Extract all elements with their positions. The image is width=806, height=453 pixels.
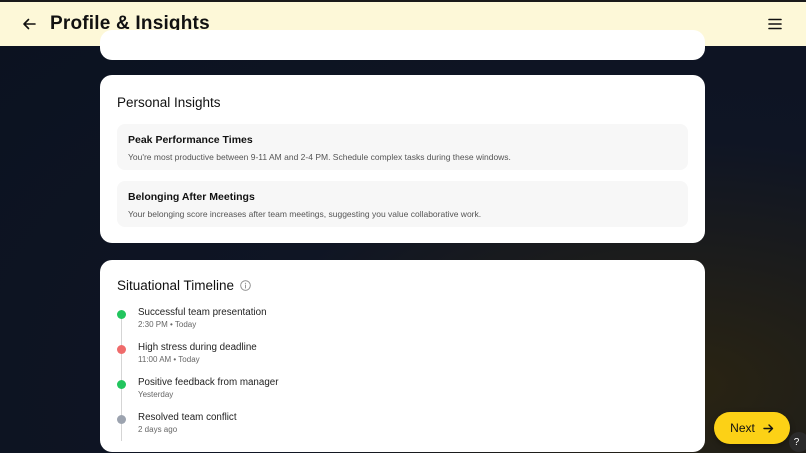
timeline-item-title: Positive feedback from manager [138,377,279,388]
insight-title: Peak Performance Times [128,134,253,146]
insight-description: Your belonging score increases after tea… [128,209,482,219]
timeline-header: Situational Timeline [117,278,688,293]
timeline-item: Resolved team conflict 2 days ago [117,412,688,447]
next-button-label: Next [730,421,755,435]
timeline-dot [117,415,126,424]
timeline-item-time: 2:30 PM • Today [138,320,197,329]
back-arrow-icon [23,18,36,30]
situational-timeline-card: Situational Timeline Successful team pre… [100,260,705,452]
timeline-item-time: Yesterday [138,390,174,399]
previous-card [100,30,705,60]
insight-item: Peak Performance Times You're most produ… [117,124,688,170]
timeline-dot [117,380,126,389]
menu-button[interactable] [766,15,784,33]
hamburger-menu-icon [768,18,782,30]
insight-description: You're most productive between 9-11 AM a… [128,152,511,162]
insights-list: Peak Performance Times You're most produ… [117,124,688,227]
timeline-item-title: Successful team presentation [138,307,267,318]
info-icon[interactable] [240,280,251,291]
timeline-item: Positive feedback from manager Yesterday [117,377,688,412]
timeline-item: High stress during deadline 11:00 AM • T… [117,342,688,377]
next-button[interactable]: Next [714,412,790,444]
timeline-dot [117,345,126,354]
personal-insights-card: Personal Insights Peak Performance Times… [100,75,705,243]
timeline-list: Successful team presentation 2:30 PM • T… [117,307,688,447]
timeline-item-title: Resolved team conflict [138,412,237,423]
timeline-item-time: 2 days ago [138,425,178,434]
insight-title: Belonging After Meetings [128,191,255,203]
timeline-dot [117,310,126,319]
help-button[interactable]: ? [789,432,806,452]
arrow-right-icon [763,423,774,434]
timeline-item: Successful team presentation 2:30 PM • T… [117,307,688,342]
timeline-item-title: High stress during deadline [138,342,257,353]
situational-timeline-title: Situational Timeline [117,278,235,293]
personal-insights-title: Personal Insights [117,95,221,110]
back-button[interactable] [20,15,38,33]
timeline-item-time: 11:00 AM • Today [138,355,200,364]
insight-item: Belonging After Meetings Your belonging … [117,181,688,227]
